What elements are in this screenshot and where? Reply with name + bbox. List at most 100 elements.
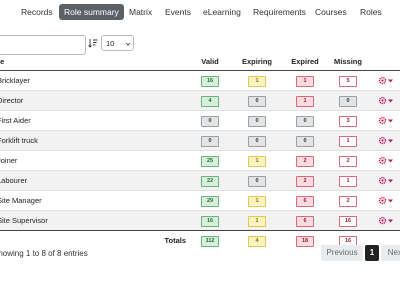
gear-icon[interactable] [378,116,387,125]
role-name[interactable]: Site Manager [0,190,190,211]
valid-badge[interactable]: 16 [201,75,219,87]
expired-badge[interactable]: 1 [296,75,314,87]
gear-icon[interactable] [378,96,387,105]
caret-down-icon[interactable] [387,159,393,163]
expired-badge[interactable]: 2 [296,155,314,167]
expiring-badge[interactable]: 0 [248,175,266,187]
tab-records[interactable]: Records [21,4,53,20]
col-actions-header [370,52,400,71]
expired-badge[interactable]: 6 [296,195,314,207]
tab-events[interactable]: Events [165,4,191,20]
row-actions[interactable] [370,110,400,131]
expired-badge[interactable]: 6 [296,215,314,227]
caret-down-icon[interactable] [387,79,393,83]
gear-icon[interactable] [378,156,387,165]
expiring-badge[interactable]: 0 [248,115,266,127]
expired-badge[interactable]: 2 [296,175,314,187]
tab-courses[interactable]: Courses [315,4,347,20]
table-row: Labourer 22 0 2 1 [0,170,400,191]
expired-badge[interactable]: 0 [296,115,314,127]
caret-down-icon[interactable] [387,99,393,103]
role-name[interactable]: Joiner [0,150,190,171]
role-name[interactable]: Bricklayer [0,70,190,91]
valid-badge[interactable]: 16 [201,215,219,227]
role-name[interactable]: Labourer [0,170,190,191]
missing-badge[interactable]: 16 [339,215,357,227]
expiring-badge[interactable]: 0 [248,95,266,107]
table-row: Director 4 0 1 0 [0,90,400,111]
top-nav: Records Role summary Matrix Events eLear… [0,0,400,25]
row-actions[interactable] [370,150,400,171]
role-name[interactable]: Forklift truck [0,130,190,151]
col-expired-header[interactable]: Expired [284,52,326,71]
missing-badge[interactable]: 1 [339,175,357,187]
table-row: Bricklayer 16 1 1 5 [0,70,400,91]
missing-badge[interactable]: 3 [339,115,357,127]
expired-badge[interactable]: 0 [296,135,314,147]
row-actions[interactable] [370,130,400,151]
caret-down-icon[interactable] [387,139,393,143]
total-expired-badge: 18 [296,235,314,247]
gear-icon[interactable] [378,216,387,225]
role-summary-table: Role Valid Expiring Expired Missing Bric… [0,52,400,250]
expiring-badge[interactable]: 1 [248,215,266,227]
row-actions[interactable] [370,70,400,91]
total-expiring-badge: 4 [248,235,266,247]
valid-badge[interactable]: 22 [201,175,219,187]
chevron-down-icon [126,42,130,46]
sort-numeric-icon[interactable] [88,38,98,48]
row-actions[interactable] [370,190,400,211]
gear-icon[interactable] [378,196,387,205]
role-name[interactable]: Site Supervisor [0,210,190,231]
row-actions[interactable] [370,210,400,231]
totals-label: Totals [0,230,190,250]
valid-badge[interactable]: 25 [201,155,219,167]
expiring-badge[interactable]: 1 [248,195,266,207]
col-expiring-header[interactable]: Expiring [230,52,284,71]
page-1-button[interactable]: 1 [365,245,379,261]
valid-badge[interactable]: 0 [201,135,219,147]
page-size-select[interactable]: 10 [101,35,134,51]
table-row: Joiner 25 1 2 2 [0,150,400,171]
role-name[interactable]: Director [0,90,190,111]
expiring-badge[interactable]: 0 [248,135,266,147]
table-row: Site Manager 29 1 6 2 [0,190,400,211]
page-size-value: 10 [106,39,115,48]
previous-page-button[interactable]: Previous [321,245,363,261]
missing-badge[interactable]: 1 [339,135,357,147]
missing-badge[interactable]: 5 [339,75,357,87]
expired-badge[interactable]: 1 [296,95,314,107]
col-valid-header[interactable]: Valid [190,52,230,71]
expiring-badge[interactable]: 1 [248,75,266,87]
tab-role-summary[interactable]: Role summary [59,4,124,20]
gear-icon[interactable] [378,176,387,185]
missing-badge[interactable]: 2 [339,195,357,207]
row-actions[interactable] [370,170,400,191]
table-row: Forklift truck 0 0 0 1 [0,130,400,151]
table-info: Showing 1 to 8 of 8 entries [0,249,88,258]
gear-icon[interactable] [378,136,387,145]
valid-badge[interactable]: 29 [201,195,219,207]
valid-badge[interactable]: 0 [201,115,219,127]
row-actions[interactable] [370,90,400,111]
caret-down-icon[interactable] [387,179,393,183]
missing-badge[interactable]: 0 [339,95,357,107]
col-missing-header[interactable]: Missing [326,52,370,71]
next-page-button[interactable]: Next [381,245,400,261]
caret-down-icon[interactable] [387,199,393,203]
table-row: Site Supervisor 16 1 6 16 [0,210,400,231]
gear-icon[interactable] [378,76,387,85]
expiring-badge[interactable]: 1 [248,155,266,167]
caret-down-icon[interactable] [387,219,393,223]
tab-matrix[interactable]: Matrix [129,4,152,20]
tab-requirements[interactable]: Requirements [253,4,306,20]
table-row: First Aider 0 0 0 3 [0,110,400,131]
missing-badge[interactable]: 2 [339,155,357,167]
tab-elearning[interactable]: eLearning [203,4,241,20]
tab-roles[interactable]: Roles [360,4,382,20]
caret-down-icon[interactable] [387,119,393,123]
role-name[interactable]: First Aider [0,110,190,131]
table-header-row: Role Valid Expiring Expired Missing [0,52,400,71]
valid-badge[interactable]: 4 [201,95,219,107]
col-role-header[interactable]: Role [0,52,190,71]
